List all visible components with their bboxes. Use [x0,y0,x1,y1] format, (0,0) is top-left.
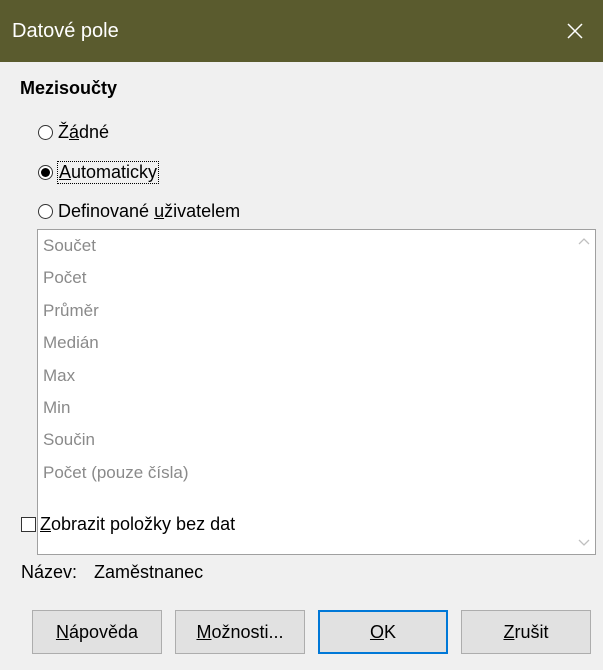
radio-automatic-label: Automaticky [56,160,160,184]
list-item[interactable]: Součin [38,424,573,456]
radio-user-defined-label: Definované uživatelem [58,200,241,221]
name-label: Název: [21,562,78,582]
scroll-up-button[interactable] [573,230,595,252]
cancel-button-label: Zrušit [503,621,549,642]
list-item[interactable]: Počet (pouze čísla) [38,457,573,489]
radio-selected-dot [41,167,50,177]
radio-automatic[interactable]: Automaticky [38,159,160,185]
close-button[interactable] [547,0,603,62]
chevron-down-icon [578,539,590,546]
chevron-up-icon [578,238,590,245]
options-button-label: Možnosti... [196,621,284,642]
show-empty-checkbox[interactable] [21,516,36,532]
window-title: Datové pole [12,20,119,42]
functions-list: Součet Počet Průměr Medián Max Min Souči… [38,230,573,554]
ok-button[interactable]: OK [318,610,448,654]
show-empty-items[interactable]: Zobrazit položky bez dat [21,511,235,537]
list-item[interactable]: Min [38,392,573,424]
name-row: Název: Zaměstnanec [21,562,203,583]
subtotals-heading: Mezisoučty [20,78,118,98]
list-item[interactable]: Součet [38,230,573,262]
radio-none[interactable]: Žádné [38,119,109,145]
list-item[interactable]: Medián [38,327,573,359]
dialog-body: Mezisoučty Žádné Automaticky Definované … [0,62,603,670]
help-button-label: Nápověda [55,621,139,642]
help-button[interactable]: Nápověda [32,610,162,654]
close-icon [567,23,583,39]
title-bar: Datové pole [0,0,603,62]
show-empty-label: Zobrazit položky bez dat [40,513,236,534]
radio-user-defined-button[interactable] [38,203,53,219]
radio-none-label: Žádné [58,121,110,142]
radio-none-button[interactable] [38,124,53,140]
name-value: Zaměstnanec [94,562,204,582]
list-item[interactable]: Max [38,360,573,392]
functions-listbox[interactable]: Součet Počet Průměr Medián Max Min Souči… [37,229,596,555]
list-item[interactable]: Průměr [38,295,573,327]
radio-user-defined[interactable]: Definované uživatelem [38,198,240,224]
options-button[interactable]: Možnosti... [175,610,305,654]
cancel-button[interactable]: Zrušit [461,610,591,654]
ok-button-label: OK [369,621,397,642]
list-item[interactable]: Počet [38,262,573,294]
radio-automatic-button[interactable] [38,164,53,180]
scroll-down-button[interactable] [573,532,595,554]
list-scrollbar[interactable] [573,230,595,554]
